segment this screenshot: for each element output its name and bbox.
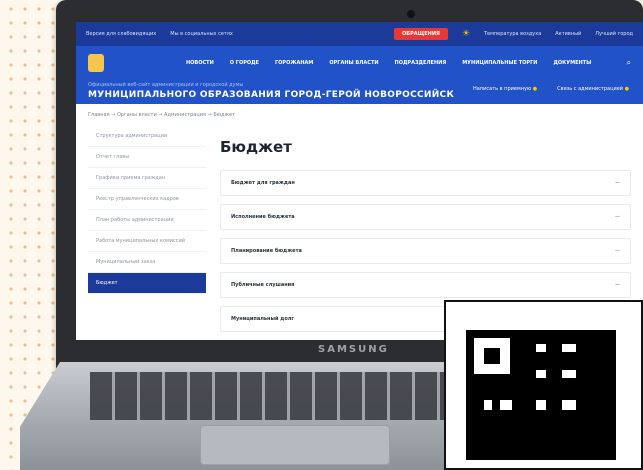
nav-item[interactable]: НОВОСТИ: [186, 60, 214, 66]
accordion-item[interactable]: Планирование бюджета —: [220, 238, 631, 264]
sidebar: Структура администрации Отчет главы Граф…: [88, 126, 206, 340]
sidebar-item-active[interactable]: Бюджет: [88, 273, 206, 294]
site-subtitle: Официальный веб-сайт администрации и гор…: [88, 82, 244, 88]
laptop-touchpad: [200, 425, 390, 465]
search-icon[interactable]: ⌕: [627, 58, 631, 68]
sidebar-item[interactable]: Реестр управленческих кадров: [88, 189, 206, 210]
header-links: Написать в приемную Связь с администраци…: [473, 86, 629, 92]
nav-item[interactable]: МУНИЦИПАЛЬНЫЕ ТОРГИ: [462, 60, 537, 66]
sun-icon: ☀: [461, 29, 470, 39]
main-nav: НОВОСТИ О ГОРОДЕ ГОРОЖАНАМ ОРГАНЫ ВЛАСТИ…: [186, 60, 591, 66]
accordion-label: Планирование бюджета: [231, 248, 302, 254]
weather-link-3[interactable]: Лучший город: [595, 31, 633, 37]
nav-item[interactable]: ПОДРАЗДЕЛЕНИЯ: [395, 60, 447, 66]
contact-link[interactable]: Связь с администрацией: [557, 86, 629, 92]
accordion-label: Муниципальный долг: [231, 316, 295, 322]
sidebar-item[interactable]: Графики приема граждан: [88, 168, 206, 189]
site-title: МУНИЦИПАЛЬНОГО ОБРАЗОВАНИЯ ГОРОД-ГЕРОЙ Н…: [88, 90, 455, 100]
accessibility-link[interactable]: Версия для слабовидящих: [86, 31, 156, 37]
chevron-icon: —: [615, 180, 620, 186]
appeals-button[interactable]: ОБРАЩЕНИЯ: [394, 28, 448, 40]
breadcrumb[interactable]: Главная → Органы власти → Администрация …: [76, 104, 643, 126]
page-title: Бюджет: [220, 138, 292, 156]
accordion-label: Публичные слушания: [231, 282, 295, 288]
chevron-icon: —: [615, 248, 620, 254]
sidebar-item[interactable]: План работы администрации: [88, 210, 206, 231]
accordion-label: Исполнение бюджета: [231, 214, 295, 220]
city-crest-icon[interactable]: [88, 54, 104, 72]
sidebar-item[interactable]: Работа муниципальных комиссий: [88, 231, 206, 252]
top-bar: Версия для слабовидящих Мы в социальных …: [76, 22, 643, 46]
accordion-item[interactable]: Публичные слушания —: [220, 272, 631, 298]
qr-finder-pattern: [466, 330, 518, 382]
chevron-icon: —: [615, 214, 620, 220]
webcam-icon: [407, 10, 415, 18]
sidebar-item[interactable]: Муниципальный заказ: [88, 252, 206, 273]
accordion-label: Бюджет для граждан: [231, 180, 295, 186]
sidebar-item[interactable]: Отчет главы: [88, 147, 206, 168]
reception-link[interactable]: Написать в приемную: [473, 86, 537, 92]
nav-item[interactable]: ДОКУМЕНТЫ: [553, 60, 591, 66]
site-header: НОВОСТИ О ГОРОДЕ ГОРОЖАНАМ ОРГАНЫ ВЛАСТИ…: [76, 46, 643, 104]
nav-item[interactable]: О ГОРОДЕ: [230, 60, 259, 66]
accordion-item[interactable]: Бюджет для граждан —: [220, 170, 631, 196]
chevron-icon: —: [615, 282, 620, 288]
weather-link-2[interactable]: Активный: [555, 31, 581, 37]
sidebar-item[interactable]: Структура администрации: [88, 126, 206, 147]
weather-link-1[interactable]: Температура воздуха: [484, 31, 541, 37]
accordion-item[interactable]: Исполнение бюджета —: [220, 204, 631, 230]
laptop-brand: SAMSUNG: [318, 344, 389, 355]
qr-code: [444, 300, 643, 470]
nav-item[interactable]: ГОРОЖАНАМ: [275, 60, 313, 66]
browser-screen: Версия для слабовидящих Мы в социальных …: [76, 22, 643, 340]
nav-item[interactable]: ОРГАНЫ ВЛАСТИ: [329, 60, 378, 66]
social-label: Мы в социальных сетях: [170, 31, 233, 37]
